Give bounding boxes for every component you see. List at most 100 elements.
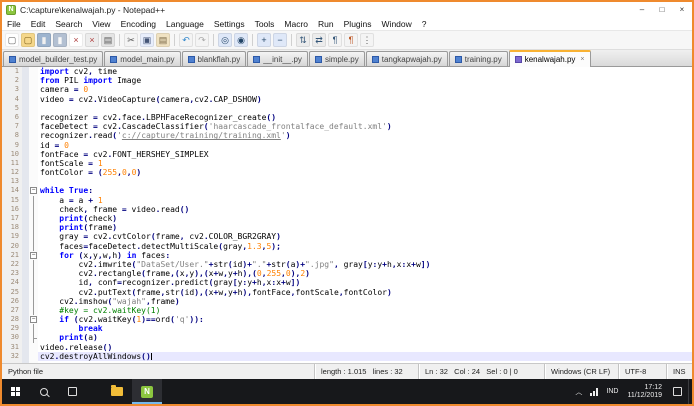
bookmark-margin[interactable]	[22, 278, 29, 288]
bookmark-margin[interactable]	[22, 259, 29, 270]
bookmark-margin[interactable]	[22, 122, 29, 132]
bookmark-margin[interactable]	[22, 296, 29, 306]
zoom-out-icon[interactable]: −	[273, 33, 287, 47]
bookmark-margin[interactable]	[22, 131, 29, 141]
close-icon[interactable]: ×	[69, 33, 83, 47]
menu-encoding[interactable]: Encoding	[116, 19, 161, 29]
close-tab-icon[interactable]: ×	[580, 56, 584, 63]
tray-clock[interactable]: 17:12 11/12/2019	[622, 384, 667, 400]
bookmark-margin[interactable]	[22, 232, 29, 242]
bookmark-margin[interactable]	[22, 223, 29, 233]
sync-vertical-icon[interactable]: ⇅	[296, 33, 310, 47]
code-line[interactable]: video = cv2.VideoCapture(camera,cv2.CAP_…	[38, 95, 692, 104]
taskbar-notepadpp[interactable]: N	[132, 379, 162, 404]
taskbar-file-explorer[interactable]	[102, 379, 132, 404]
status-insert-mode[interactable]: INS	[666, 364, 692, 379]
bookmark-margin[interactable]	[22, 112, 29, 123]
bookmark-margin[interactable]	[22, 85, 29, 95]
code-line[interactable]: from PIL import Image	[38, 76, 692, 85]
code-line[interactable]: for (x,y,w,h) in faces:	[38, 251, 692, 260]
word-wrap-icon[interactable]: ¶	[328, 33, 342, 47]
code-line[interactable]: cv2.destroyAllWindows()	[38, 351, 692, 361]
menu-macro[interactable]: Macro	[279, 19, 313, 29]
menu-window[interactable]: Window	[377, 19, 417, 29]
menu-settings[interactable]: Settings	[209, 19, 250, 29]
show-all-characters-icon[interactable]: ¶	[344, 33, 358, 47]
bookmark-margin[interactable]	[22, 195, 29, 205]
bookmark-margin[interactable]	[22, 67, 29, 77]
menu-plugins[interactable]: Plugins	[339, 19, 377, 29]
bookmark-margin[interactable]	[22, 315, 29, 325]
print-icon[interactable]: ▤	[101, 33, 115, 47]
code-line[interactable]: print(frame)	[38, 223, 692, 232]
start-button[interactable]	[2, 379, 30, 404]
code-line[interactable]: cv2.imshow("wajah",frame)	[38, 297, 692, 306]
sync-horizontal-icon[interactable]: ⇄	[312, 33, 326, 47]
tray-network-icon[interactable]	[586, 379, 602, 404]
code-line[interactable]: a = a + 1	[38, 196, 692, 205]
bookmark-margin[interactable]	[22, 250, 29, 260]
tray-chevron-icon[interactable]: ︿	[571, 379, 586, 404]
tab-tangkapwajah[interactable]: tangkapwajah.py	[365, 51, 448, 66]
show-desktop-button[interactable]	[688, 379, 692, 404]
search-button[interactable]	[30, 379, 58, 404]
code-line[interactable]	[38, 104, 692, 113]
tab-blankflah[interactable]: blankflah.py	[181, 51, 247, 66]
bookmark-margin[interactable]	[22, 177, 29, 187]
bookmark-margin[interactable]	[22, 342, 29, 352]
fold-collapse-icon[interactable]: −	[29, 186, 38, 196]
code-line[interactable]: break	[38, 324, 692, 333]
zoom-in-icon[interactable]: +	[257, 33, 271, 47]
editor[interactable]: 1 import cv2, time 2 from PIL import Image 3…	[2, 67, 692, 363]
code-line[interactable]: print(a)	[38, 333, 692, 342]
code-line[interactable]: faces=faceDetect.detectMultiScale(gray,1…	[38, 242, 692, 251]
code-line[interactable]: id = 0	[38, 141, 692, 150]
status-encoding[interactable]: UTF-8	[618, 364, 666, 379]
new-file-icon[interactable]: ▢	[5, 33, 19, 47]
bookmark-margin[interactable]	[22, 76, 29, 86]
bookmark-margin[interactable]	[22, 158, 29, 169]
undo-icon[interactable]: ↶	[179, 33, 193, 47]
replace-icon[interactable]: ◉	[234, 33, 248, 47]
status-eol[interactable]: Windows (CR LF)	[544, 364, 618, 379]
tab-kenalwajah[interactable]: kenalwajah.py ×	[508, 50, 591, 67]
code-line[interactable]: gray = cv2.cvtColor(frame, cv2.COLOR_BGR…	[38, 232, 692, 241]
menu-edit[interactable]: Edit	[26, 19, 51, 29]
close-button[interactable]: ×	[672, 2, 692, 17]
tab-training[interactable]: training.py	[448, 51, 508, 66]
code-line[interactable]: import cv2, time	[38, 67, 692, 76]
menu-file[interactable]: File	[2, 19, 26, 29]
close-all-icon[interactable]: ×	[85, 33, 99, 47]
code-line[interactable]: #key = cv2.waitKey(1)	[38, 306, 692, 315]
fold-collapse-icon[interactable]: −	[29, 315, 38, 325]
code-line[interactable]: cv2.imwrite("DataSet/User."+str(id)+"."+…	[38, 260, 692, 269]
bookmark-margin[interactable]	[22, 149, 29, 159]
code-line[interactable]: cv2.putText(frame,str(id),(x+w,y+h),font…	[38, 288, 692, 297]
open-file-icon[interactable]: ▢	[21, 33, 35, 47]
tab-__init__[interactable]: __init__.py	[247, 51, 308, 66]
tab-model_main[interactable]: model_main.py	[104, 51, 181, 66]
tray-language[interactable]: IND	[602, 379, 622, 404]
code-line[interactable]: check, frame = video.read()	[38, 205, 692, 214]
bookmark-margin[interactable]	[22, 140, 29, 150]
maximize-button[interactable]: □	[652, 2, 672, 17]
bookmark-margin[interactable]	[22, 351, 29, 361]
code-line[interactable]: id, conf=recognizer.predict(gray[y:y+h,x…	[38, 278, 692, 287]
menu-run[interactable]: Run	[313, 19, 339, 29]
bookmark-margin[interactable]	[22, 269, 29, 279]
save-icon[interactable]: ▮	[37, 33, 51, 47]
code-line[interactable]: recognizer.read('c://capture/training/tr…	[38, 131, 692, 140]
code-line[interactable]: recognizer = cv2.face.LBPHFaceRecognizer…	[38, 113, 692, 122]
bookmark-margin[interactable]	[22, 241, 29, 251]
menu-tools[interactable]: Tools	[250, 19, 280, 29]
bookmark-margin[interactable]	[22, 204, 29, 214]
menu-language[interactable]: Language	[161, 19, 209, 29]
bookmark-margin[interactable]	[22, 94, 29, 104]
paste-icon[interactable]: ▤	[156, 33, 170, 47]
tab-simple[interactable]: simple.py	[308, 51, 365, 66]
code-line[interactable]: fontScale = 1	[38, 159, 692, 168]
code-line[interactable]: fontColor = (255,0,0)	[38, 168, 692, 177]
copy-icon[interactable]: ▣	[140, 33, 154, 47]
menu-help[interactable]: ?	[417, 19, 432, 29]
code-line[interactable]: if (cv2.waitKey(1)==ord('q')):	[38, 315, 692, 324]
